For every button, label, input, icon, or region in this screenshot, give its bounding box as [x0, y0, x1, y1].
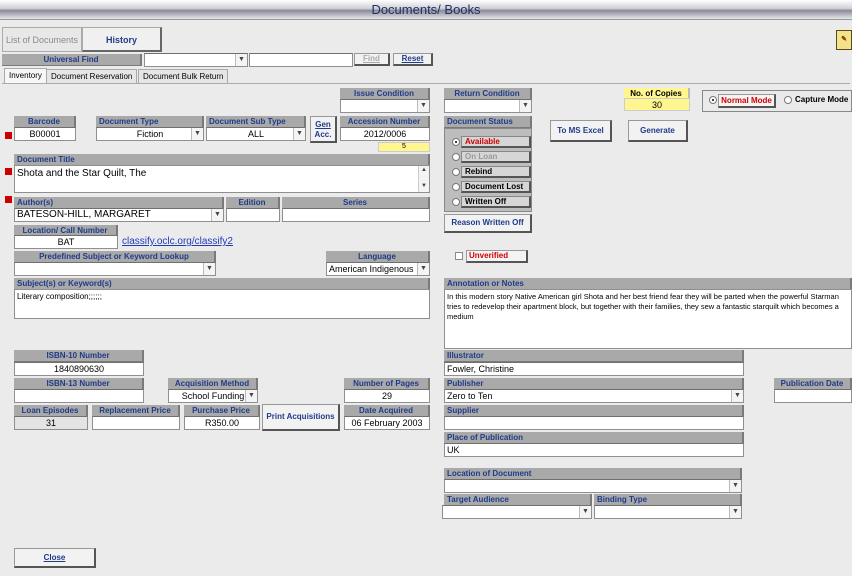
accession-number-input[interactable]: 2012/0006: [340, 127, 430, 141]
classify-link[interactable]: classify.oclc.org/classify2: [122, 236, 233, 247]
radio-unselected-icon[interactable]: [784, 96, 792, 104]
universal-find-field-dropdown[interactable]: ▼: [144, 53, 248, 67]
radio-unselected-icon[interactable]: [452, 168, 460, 176]
radio-selected-icon[interactable]: [709, 96, 717, 104]
edition-input[interactable]: [226, 208, 280, 222]
radio-selected-icon[interactable]: [452, 138, 460, 146]
location-call-number-input[interactable]: BAT: [14, 235, 118, 249]
barcode-input[interactable]: B00001: [14, 127, 76, 141]
chevron-down-icon[interactable]: ▼: [579, 506, 591, 518]
loan-episodes-value: 31: [14, 416, 88, 430]
window-title: Documents/ Books: [371, 2, 481, 17]
subjects-input[interactable]: Literary composition;;;;;;: [14, 289, 430, 319]
unverified-checkbox[interactable]: [455, 252, 463, 260]
chevron-down-icon[interactable]: ▼: [417, 263, 429, 275]
required-marker-barcode: [5, 132, 12, 139]
number-of-pages-input[interactable]: 29: [344, 389, 430, 403]
status-document-lost-label[interactable]: Document Lost: [461, 181, 531, 193]
predefined-subject-dropdown[interactable]: ▼: [14, 262, 216, 276]
acquisition-method-dropdown[interactable]: School Funding ▼: [168, 389, 258, 403]
tab-inventory[interactable]: Inventory: [4, 68, 47, 83]
status-available-label[interactable]: Available: [461, 136, 531, 148]
list-of-documents-button[interactable]: List of Documents: [2, 27, 82, 52]
normal-mode-radio[interactable]: [709, 96, 717, 106]
tab-divider: [2, 83, 850, 84]
chevron-down-icon[interactable]: ▼: [729, 480, 741, 492]
language-dropdown[interactable]: American Indigenous ▼: [326, 262, 430, 276]
generate-accession-button[interactable]: Gen Acc.: [310, 116, 337, 143]
normal-mode-label[interactable]: Normal Mode: [718, 94, 776, 108]
find-button[interactable]: Find: [354, 53, 390, 66]
illustrator-label: Illustrator: [444, 350, 744, 362]
location-of-document-dropdown[interactable]: ▼: [444, 479, 742, 493]
tab-document-bulk-return[interactable]: Document Bulk Return: [138, 69, 229, 83]
replacement-price-input[interactable]: [92, 416, 180, 430]
reset-button[interactable]: Reset: [393, 53, 433, 66]
date-acquired-input[interactable]: 06 February 2003: [344, 416, 430, 430]
required-marker-author: [5, 196, 12, 203]
isbn10-input[interactable]: 1840890630: [14, 362, 144, 376]
chevron-down-icon[interactable]: ▼: [293, 128, 305, 140]
document-status-label: Document Status: [444, 116, 532, 128]
chevron-down-icon[interactable]: ▼: [211, 209, 223, 221]
title-scrollbar[interactable]: ▲ ▼: [418, 166, 429, 192]
isbn10-label: ISBN-10 Number: [14, 350, 144, 362]
close-button[interactable]: Close: [14, 548, 96, 568]
history-button[interactable]: History: [82, 27, 162, 52]
isbn13-input[interactable]: [14, 389, 144, 403]
target-audience-dropdown[interactable]: ▼: [442, 505, 592, 519]
capture-mode-radio[interactable]: [784, 96, 792, 106]
chevron-down-icon[interactable]: ▼: [731, 390, 743, 402]
tab-document-reservation[interactable]: Document Reservation: [46, 69, 138, 83]
capture-mode-label[interactable]: Capture Mode: [795, 95, 848, 104]
window-title-bar: Documents/ Books: [0, 0, 852, 20]
to-ms-excel-button[interactable]: To MS Excel: [550, 120, 612, 142]
chevron-down-icon[interactable]: ▼: [203, 263, 215, 275]
status-document-lost-radio[interactable]: [452, 183, 460, 193]
supplier-input[interactable]: [444, 416, 744, 430]
annotation-input[interactable]: In this modern story Native American gir…: [444, 289, 852, 349]
series-input[interactable]: [282, 208, 430, 222]
chevron-down-icon[interactable]: ▼: [191, 128, 203, 140]
generate-button[interactable]: Generate: [628, 120, 688, 142]
reason-written-off-button[interactable]: Reason Written Off: [444, 214, 532, 233]
document-title-input[interactable]: Shota and the Star Quilt, The: [14, 165, 430, 193]
purchase-price-input[interactable]: R350.00: [184, 416, 260, 430]
status-on-loan-radio[interactable]: [452, 153, 460, 163]
app-logo-icon: ✎: [836, 30, 852, 50]
binding-type-dropdown[interactable]: ▼: [594, 505, 742, 519]
illustrator-input[interactable]: Fowler, Christine: [444, 362, 744, 376]
chevron-down-icon[interactable]: ▼: [729, 506, 741, 518]
universal-find-input[interactable]: [249, 53, 353, 67]
status-written-off-label[interactable]: Written Off: [461, 196, 531, 208]
chevron-down-icon[interactable]: ▼: [417, 100, 429, 112]
publication-date-input[interactable]: [774, 389, 852, 403]
document-sub-type-dropdown[interactable]: ALL ▼: [206, 127, 306, 141]
chevron-down-icon[interactable]: ▼: [245, 390, 257, 402]
issue-condition-dropdown[interactable]: ▼: [340, 99, 430, 113]
chevron-down-icon[interactable]: ▼: [519, 100, 531, 112]
status-written-off-radio[interactable]: [452, 198, 460, 208]
status-available-radio[interactable]: [452, 138, 460, 148]
print-acquisitions-button[interactable]: Print Acquisitions: [262, 404, 340, 431]
publisher-dropdown[interactable]: Zero to Ten ▼: [444, 389, 744, 403]
status-rebind-radio[interactable]: [452, 168, 460, 178]
accession-count: 5: [378, 142, 430, 152]
document-type-dropdown[interactable]: Fiction ▼: [96, 127, 204, 141]
return-condition-dropdown[interactable]: ▼: [444, 99, 532, 113]
status-rebind-label[interactable]: Rebind: [461, 166, 531, 178]
required-marker-title: [5, 168, 12, 175]
unverified-label: Unverified: [466, 250, 528, 263]
radio-unselected-icon[interactable]: [452, 153, 460, 161]
status-on-loan-label[interactable]: On Loan: [461, 151, 531, 163]
copies-value: 30: [624, 98, 690, 111]
radio-unselected-icon[interactable]: [452, 183, 460, 191]
universal-find-label: Universal Find: [2, 54, 142, 66]
chevron-down-icon[interactable]: ▼: [235, 54, 247, 66]
radio-unselected-icon[interactable]: [452, 198, 460, 206]
authors-dropdown[interactable]: BATESON-HILL, MARGARET ▼: [14, 208, 224, 222]
place-of-publication-input[interactable]: UK: [444, 443, 744, 457]
